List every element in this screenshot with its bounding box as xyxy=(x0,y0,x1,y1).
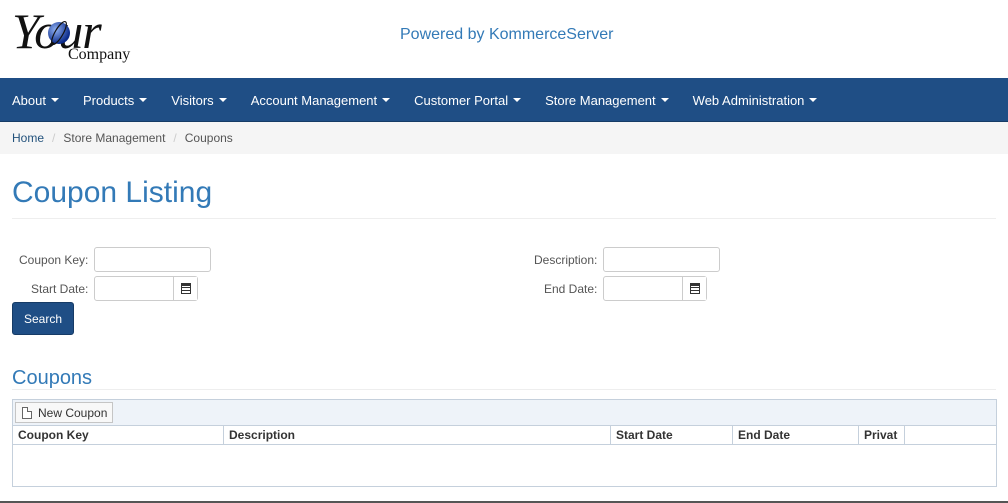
company-logo[interactable]: Your Company xyxy=(10,3,150,70)
column-header-end-date[interactable]: End Date xyxy=(733,426,859,444)
title-divider xyxy=(12,218,996,219)
breadcrumb-separator: / xyxy=(173,131,177,145)
breadcrumb: Home / Store Management / Coupons xyxy=(0,122,1008,154)
new-coupon-button[interactable]: New Coupon xyxy=(15,402,114,423)
breadcrumb-home-link[interactable]: Home xyxy=(12,131,44,145)
grid-toolbar: New Coupon xyxy=(13,400,996,426)
end-date-label: End Date: xyxy=(544,282,598,296)
calendar-icon xyxy=(180,283,191,294)
coupons-grid: New Coupon Coupon Key Description Start … xyxy=(12,399,997,487)
site-header: Your Company Powered by KommerceServer xyxy=(0,0,1008,78)
coupons-section-title: Coupons xyxy=(12,367,93,389)
column-header-coupon-key[interactable]: Coupon Key xyxy=(13,426,224,444)
powered-by-text[interactable]: Powered by KommerceServer xyxy=(400,26,613,44)
start-date-label: Start Date: xyxy=(31,282,89,296)
caret-down-icon xyxy=(513,98,522,102)
nav-label: About xyxy=(12,92,46,108)
nav-label: Account Management xyxy=(250,92,378,108)
caret-down-icon xyxy=(139,98,148,102)
end-date-picker-button[interactable] xyxy=(682,277,706,300)
search-button[interactable]: Search xyxy=(12,302,74,335)
coupon-key-input[interactable] xyxy=(94,247,211,272)
new-document-icon xyxy=(22,406,32,419)
caret-down-icon xyxy=(50,98,59,102)
nav-label: Customer Portal xyxy=(414,92,509,108)
new-coupon-label: New Coupon xyxy=(38,405,108,420)
nav-list: About Products Visitors Account Manageme… xyxy=(0,78,1008,122)
breadcrumb-store-management: Store Management xyxy=(63,131,166,145)
caret-down-icon xyxy=(382,98,391,102)
page-title: Coupon Listing xyxy=(12,176,213,209)
description-label: Description: xyxy=(534,253,598,267)
breadcrumb-separator: / xyxy=(52,131,56,145)
nav-item-web-administration[interactable]: Web Administration xyxy=(681,78,830,122)
nav-item-visitors[interactable]: Visitors xyxy=(159,78,238,122)
caret-down-icon xyxy=(218,98,227,102)
nav-label: Store Management xyxy=(545,92,656,108)
description-input[interactable] xyxy=(603,247,720,272)
logo-subtitle: Company xyxy=(68,46,131,63)
nav-item-products[interactable]: Products xyxy=(71,78,159,122)
column-header-description[interactable]: Description xyxy=(224,426,611,444)
nav-label: Products xyxy=(82,92,135,108)
start-date-field[interactable] xyxy=(94,276,198,301)
nav-label: Web Administration xyxy=(692,92,805,108)
nav-item-customer-portal[interactable]: Customer Portal xyxy=(402,78,533,122)
breadcrumb-current: Coupons xyxy=(184,131,233,145)
end-date-field[interactable] xyxy=(603,276,707,301)
coupon-key-label: Coupon Key: xyxy=(19,253,89,267)
nav-item-store-management[interactable]: Store Management xyxy=(533,78,681,122)
globe-icon xyxy=(48,20,70,46)
section-divider xyxy=(12,389,996,390)
start-date-picker-button[interactable] xyxy=(173,277,197,300)
caret-down-icon xyxy=(809,98,818,102)
main-navbar: About Products Visitors Account Manageme… xyxy=(0,78,1008,122)
grid-header-row: Coupon Key Description Start Date End Da… xyxy=(13,426,996,445)
column-header-start-date[interactable]: Start Date xyxy=(611,426,733,444)
caret-down-icon xyxy=(660,98,669,102)
column-header-private[interactable]: Privat xyxy=(859,426,905,444)
calendar-icon xyxy=(689,283,700,294)
nav-item-about[interactable]: About xyxy=(0,78,71,122)
nav-label: Visitors xyxy=(171,92,214,108)
nav-item-account-management[interactable]: Account Management xyxy=(239,78,402,122)
